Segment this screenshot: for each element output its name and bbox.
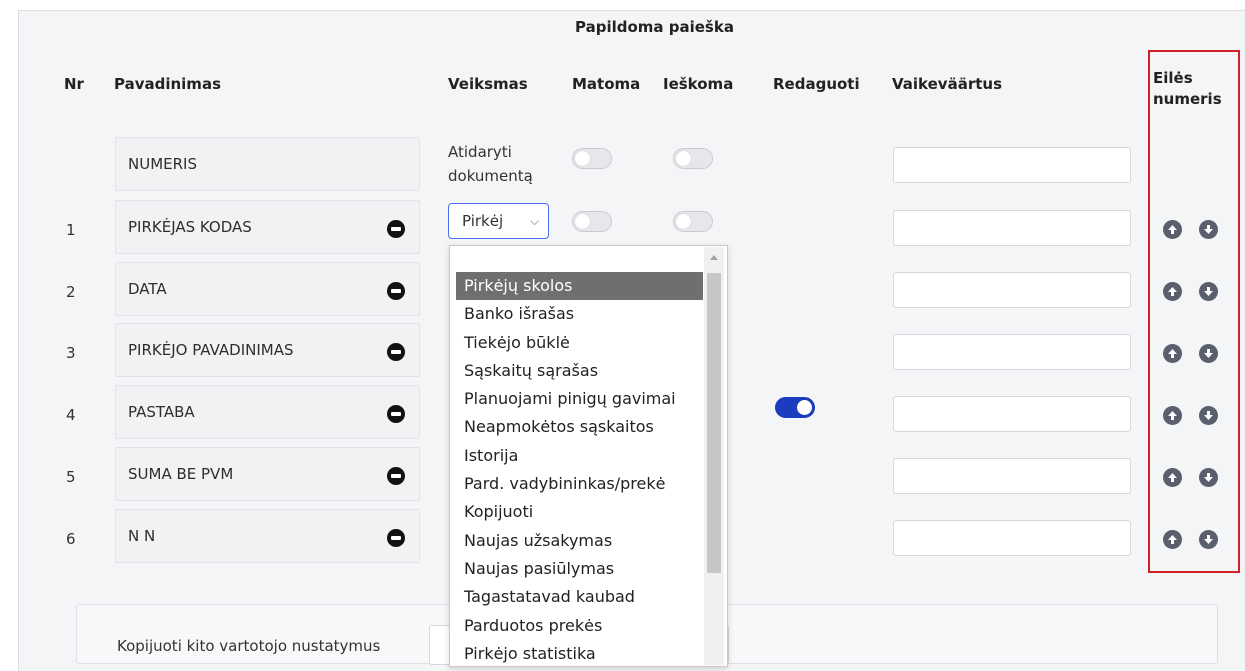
remove-row-icon[interactable]	[387, 405, 405, 423]
remove-row-icon[interactable]	[387, 343, 405, 361]
field-name-box-row-4: PASTABA	[115, 385, 420, 439]
default-value-input-row-2[interactable]	[893, 272, 1131, 308]
searchable-toggle-numeris[interactable]	[673, 148, 713, 169]
row-number: 4	[66, 406, 76, 424]
dropdown-option[interactable]: Naujas pasiūlymas	[456, 555, 703, 583]
order-column-highlight	[1148, 50, 1240, 573]
field-name-box-row-3: PIRKĖJO PAVADINIMAS	[115, 323, 420, 377]
visible-toggle-row-1[interactable]	[572, 211, 612, 232]
scroll-up-icon[interactable]	[710, 255, 718, 260]
field-name-label: NUMERIS	[128, 155, 197, 173]
dropdown-option[interactable]: Tiekėjo būklė	[456, 329, 703, 357]
searchable-toggle-row-1[interactable]	[673, 211, 713, 232]
default-value-input-row-3[interactable]	[893, 334, 1131, 370]
header-edit: Redaguoti	[773, 75, 860, 93]
section-title: Papildoma paieška	[575, 18, 734, 36]
visible-toggle-numeris[interactable]	[572, 148, 612, 169]
field-name-label: PIRKĖJO PAVADINIMAS	[128, 341, 294, 359]
field-name-box-numeris: NUMERIS	[115, 137, 420, 191]
dropdown-option[interactable]: Pard. vadybininkas/prekė	[456, 470, 703, 498]
header-action: Veiksmas	[448, 75, 528, 93]
row-number: 2	[66, 283, 76, 301]
dropdown-option[interactable]: Tagastatavad kaubad	[456, 583, 703, 611]
row-number: 1	[66, 221, 76, 239]
remove-row-icon[interactable]	[387, 220, 405, 238]
action-dropdown-list: Pirkėjų skolos Banko išrašas Tiekėjo būklė…	[449, 245, 728, 667]
action-select-value: Pirkėj	[462, 212, 504, 230]
dropdown-option[interactable]: Pirkėjo statistika	[456, 640, 703, 666]
default-value-input-row-4[interactable]	[893, 396, 1131, 432]
dropdown-search-area[interactable]	[456, 250, 702, 270]
field-name-box-row-1: PIRKĖJAS KODAS	[115, 200, 420, 254]
field-name-box-row-5: SUMA BE PVM	[115, 447, 420, 501]
remove-row-icon[interactable]	[387, 529, 405, 547]
header-visible: Matoma	[572, 75, 641, 93]
dropdown-option[interactable]: Kopijuoti	[456, 498, 703, 526]
copy-settings-label: Kopijuoti kito vartotojo nustatymus	[117, 637, 381, 655]
dropdown-option[interactable]: Planuojami pinigų gavimai	[456, 385, 703, 413]
default-value-input-row-6[interactable]	[893, 520, 1131, 556]
dropdown-option[interactable]: Neapmokėtos sąskaitos	[456, 413, 703, 441]
header-default-value: Vaikeväärtus	[892, 75, 1002, 93]
scrollbar-thumb[interactable]	[707, 273, 721, 573]
chevron-down-icon: ⌵	[530, 214, 540, 228]
header-nr: Nr	[64, 75, 84, 93]
field-name-label: PIRKĖJAS KODAS	[128, 218, 252, 236]
row-number: 6	[66, 530, 76, 548]
field-name-label: N N	[128, 527, 156, 545]
dropdown-option[interactable]: Parduotos prekės	[456, 612, 703, 640]
dropdown-option[interactable]: Banko išrašas	[456, 300, 703, 328]
row-number: 5	[66, 468, 76, 486]
header-name: Pavadinimas	[114, 75, 221, 93]
default-value-input-numeris[interactable]	[893, 147, 1131, 183]
dropdown-option[interactable]: Naujas užsakymas	[456, 527, 703, 555]
field-name-label: DATA	[128, 280, 167, 298]
field-name-box-row-6: N N	[115, 509, 420, 563]
default-value-input-row-5[interactable]	[893, 458, 1131, 494]
edit-toggle-row-4[interactable]	[775, 397, 815, 418]
default-value-input-row-1[interactable]	[893, 210, 1131, 246]
field-name-label: PASTABA	[128, 403, 195, 421]
row-number: 3	[66, 344, 76, 362]
field-name-label: SUMA BE PVM	[128, 465, 234, 483]
header-searchable: Ieškoma	[663, 75, 734, 93]
action-text-line2: dokumentą	[448, 167, 533, 185]
action-text-line1: Atidaryti	[448, 143, 512, 161]
dropdown-scrollbar[interactable]	[704, 247, 724, 665]
dropdown-option[interactable]: Sąskaitų sąrašas	[456, 357, 703, 385]
dropdown-option[interactable]: Istorija	[456, 442, 703, 470]
dropdown-options: Pirkėjų skolos Banko išrašas Tiekėjo būklė…	[456, 272, 703, 666]
field-name-box-row-2: DATA	[115, 262, 420, 316]
action-select[interactable]: Pirkėj ⌵	[448, 203, 549, 239]
remove-row-icon[interactable]	[387, 282, 405, 300]
action-open-document: Atidaryti dokumentą	[448, 140, 533, 188]
remove-row-icon[interactable]	[387, 467, 405, 485]
dropdown-option[interactable]: Pirkėjų skolos	[456, 272, 703, 301]
